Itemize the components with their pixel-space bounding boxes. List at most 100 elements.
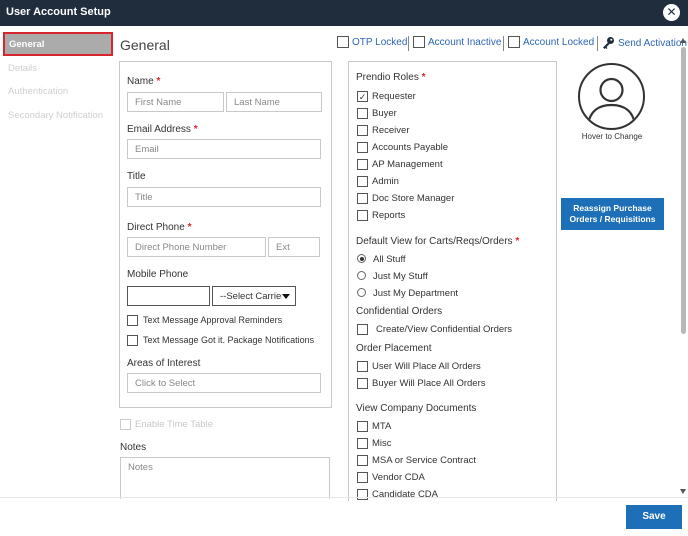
doc-candidate-cda-checkbox[interactable] bbox=[357, 489, 368, 500]
role-doc-store-manager-checkbox[interactable] bbox=[357, 193, 368, 204]
reassign-button-line: Reassign Purchase bbox=[573, 203, 652, 213]
doc-label: MTA bbox=[372, 421, 392, 432]
save-button[interactable]: Save bbox=[626, 505, 682, 529]
scroll-up-icon[interactable] bbox=[680, 38, 686, 43]
order-placement-option-label: User Will Place All Orders bbox=[372, 361, 481, 372]
radio-label: Just My Department bbox=[373, 288, 458, 299]
sidebar-item-label: Authentication bbox=[8, 86, 69, 97]
prendio-roles-label: Prendio Roles * bbox=[356, 72, 426, 83]
confidential-orders-label: Confidential Orders bbox=[356, 306, 443, 317]
sidebar-item-secondary-notification[interactable]: Secondary Notification bbox=[6, 110, 114, 124]
order-placement-option-label: Buyer Will Place All Orders bbox=[372, 378, 486, 389]
user-place-orders-checkbox[interactable] bbox=[357, 361, 368, 372]
radio-label: All Stuff bbox=[373, 254, 406, 265]
order-placement-label: Order Placement bbox=[356, 343, 432, 354]
role-reports-checkbox[interactable] bbox=[357, 210, 368, 221]
role-requester-checkbox[interactable]: ✓ bbox=[357, 91, 368, 102]
notes-label: Notes bbox=[120, 442, 147, 453]
doc-msa-checkbox[interactable] bbox=[357, 455, 368, 466]
buyer-place-orders-checkbox[interactable] bbox=[357, 378, 368, 389]
vertical-scrollbar[interactable] bbox=[680, 38, 687, 494]
doc-label: Vendor CDA bbox=[372, 472, 425, 483]
role-admin-checkbox[interactable] bbox=[357, 176, 368, 187]
enable-time-table-label: Enable Time Table bbox=[135, 419, 213, 430]
checkbox-box[interactable] bbox=[337, 36, 349, 48]
default-view-just-my-stuff-radio[interactable] bbox=[357, 271, 366, 280]
doc-mta-checkbox[interactable] bbox=[357, 421, 368, 432]
user-silhouette-icon[interactable] bbox=[578, 63, 645, 130]
divider bbox=[408, 36, 409, 51]
default-view-all-stuff-radio[interactable] bbox=[357, 254, 366, 263]
sidebar-item-details[interactable]: Details bbox=[6, 63, 114, 77]
chevron-down-icon bbox=[282, 294, 290, 299]
otp-locked-label: OTP Locked bbox=[352, 37, 408, 48]
account-inactive-checkbox[interactable]: Account Inactive bbox=[413, 36, 501, 52]
sidebar-item-authentication[interactable]: Authentication bbox=[6, 86, 114, 100]
sidebar-item-general[interactable]: General bbox=[3, 32, 113, 56]
title-input[interactable]: Title bbox=[127, 187, 321, 207]
carrier-select-value: --Select Carrier bbox=[220, 291, 282, 302]
footer-divider bbox=[0, 497, 688, 498]
last-name-input[interactable]: Last Name bbox=[226, 92, 322, 112]
role-label: Requester bbox=[372, 91, 416, 102]
role-buyer-checkbox[interactable] bbox=[357, 108, 368, 119]
role-label: Buyer bbox=[372, 108, 397, 119]
mobile-phone-label: Mobile Phone bbox=[127, 269, 189, 280]
account-locked-checkbox[interactable]: Account Locked bbox=[508, 36, 594, 52]
account-inactive-label: Account Inactive bbox=[428, 37, 502, 48]
divider bbox=[597, 36, 598, 51]
role-label: Receiver bbox=[372, 125, 410, 136]
role-label: Accounts Payable bbox=[372, 142, 449, 153]
default-view-just-my-department-radio[interactable] bbox=[357, 288, 366, 297]
reassign-button-line: Orders / Requisitions bbox=[569, 214, 656, 224]
checkbox-box[interactable] bbox=[413, 36, 425, 48]
sidebar-item-label: General bbox=[9, 39, 45, 50]
notes-textarea[interactable]: Notes bbox=[120, 457, 330, 499]
sms-package-checkbox[interactable] bbox=[127, 335, 138, 346]
scroll-down-icon[interactable] bbox=[680, 489, 686, 494]
scrollbar-thumb[interactable] bbox=[681, 47, 686, 334]
checkbox-box[interactable] bbox=[508, 36, 520, 48]
enable-time-table-checkbox[interactable] bbox=[120, 419, 131, 430]
close-icon[interactable]: ✕ bbox=[663, 4, 680, 21]
name-label: Name * bbox=[127, 76, 161, 87]
sms-approval-checkbox[interactable] bbox=[127, 315, 138, 326]
role-ap-management-checkbox[interactable] bbox=[357, 159, 368, 170]
reassign-orders-button[interactable]: Reassign Purchase Orders / Requisitions bbox=[561, 198, 664, 230]
role-accounts-payable-checkbox[interactable] bbox=[357, 142, 368, 153]
sidebar-item-label: Secondary Notification bbox=[8, 110, 104, 121]
window-title: User Account Setup bbox=[6, 6, 111, 18]
confidential-orders-checkbox[interactable] bbox=[357, 324, 368, 335]
ext-input[interactable]: Ext bbox=[268, 237, 320, 257]
sms-approval-label: Text Message Approval Reminders bbox=[143, 315, 283, 325]
doc-misc-checkbox[interactable] bbox=[357, 438, 368, 449]
page-title: General bbox=[120, 37, 170, 53]
doc-label: Candidate CDA bbox=[372, 489, 439, 500]
direct-phone-input[interactable]: Direct Phone Number bbox=[127, 237, 266, 257]
mobile-phone-input[interactable] bbox=[127, 286, 210, 306]
sms-package-label: Text Message Got it. Package Notificatio… bbox=[143, 335, 315, 345]
role-label: Admin bbox=[372, 176, 399, 187]
role-label: Reports bbox=[372, 210, 406, 221]
confidential-orders-option-label: Create/View Confidential Orders bbox=[376, 324, 513, 335]
send-activation-link[interactable]: Send Activation bbox=[602, 36, 687, 52]
carrier-select[interactable]: --Select Carrier bbox=[212, 286, 296, 306]
first-name-input[interactable]: First Name bbox=[127, 92, 224, 112]
radio-label: Just My Stuff bbox=[373, 271, 428, 282]
divider bbox=[503, 36, 504, 51]
send-activation-label: Send Activation bbox=[618, 38, 687, 49]
direct-phone-label: Direct Phone * bbox=[127, 222, 192, 233]
doc-label: Misc bbox=[372, 438, 392, 449]
otp-locked-checkbox[interactable]: OTP Locked bbox=[337, 36, 407, 52]
doc-vendor-cda-checkbox[interactable] bbox=[357, 472, 368, 483]
role-label: Doc Store Manager bbox=[372, 193, 455, 204]
title-label: Title bbox=[127, 171, 146, 182]
account-locked-label: Account Locked bbox=[523, 37, 595, 48]
user-info-panel bbox=[119, 61, 332, 408]
sidebar-item-label: Details bbox=[8, 63, 38, 74]
email-field[interactable]: Email bbox=[127, 139, 321, 159]
company-documents-label: View Company Documents bbox=[356, 403, 477, 414]
doc-label: MSA or Service Contract bbox=[372, 455, 477, 466]
areas-of-interest-input[interactable]: Click to Select bbox=[127, 373, 321, 393]
role-receiver-checkbox[interactable] bbox=[357, 125, 368, 136]
